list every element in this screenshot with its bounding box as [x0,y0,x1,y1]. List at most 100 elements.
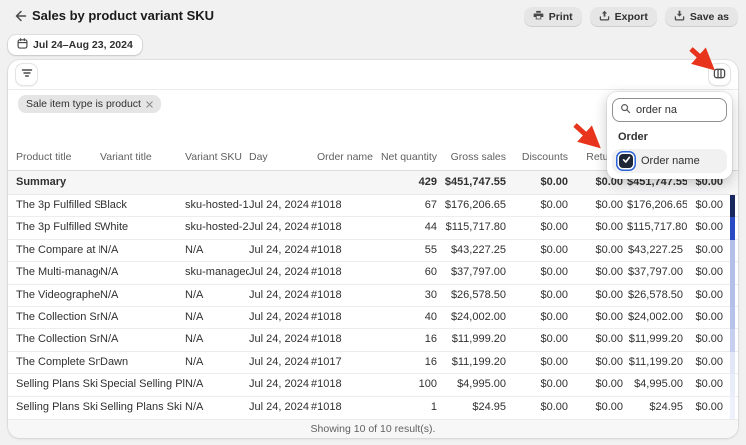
topbar: Sales by product variant SKU Print Expor… [0,0,746,32]
table-cell: $0.00 [510,240,572,261]
table-cell: $0.00 [687,262,727,283]
value-strip-segment [730,240,735,262]
order-name-option[interactable]: Order name [612,149,727,173]
table-cell: #1018 [311,240,377,261]
table-cell: $43,227.25 [441,240,510,261]
table-cell: #1018 [311,285,377,306]
print-button-label: Print [549,11,573,23]
table-cell: The 3p Fulfilled Snc [16,217,100,238]
summary-value [311,171,377,194]
filter-chip-label: Sale item type is product [26,98,141,110]
filter-chip-sale-item-type[interactable]: Sale item type is product [18,95,161,113]
table-cell: $24,002.00 [627,307,687,328]
back-button[interactable] [10,7,30,27]
table-cell: $37,797.00 [627,262,687,283]
table-cell: The Collection Snov [16,329,100,350]
table-cell: #1017 [311,352,377,373]
export-icon [599,10,610,24]
table-cell: $0.00 [687,195,727,216]
table-cell: $0.00 [687,307,727,328]
table-cell: The Multi-managed [16,262,100,283]
table-row: The Collection SnovN/AN/AJul 24, 2024#10… [8,329,738,351]
column-header[interactable]: Day [249,145,311,170]
printer-icon [533,10,544,24]
column-header[interactable]: Discounts [510,145,572,170]
table-toolbar [8,60,738,90]
table-cell: #1018 [311,307,377,328]
export-button[interactable]: Export [590,7,657,27]
table-cell: 30 [377,285,441,306]
summary-value [249,171,311,194]
columns-icon [713,67,726,83]
table-cell: #1018 [311,195,377,216]
table-row: The Complete SnovDawnN/AJul 24, 2024#101… [8,352,738,374]
row-value-strip [730,195,735,419]
page-title: Sales by product variant SKU [32,8,214,23]
table-cell: $43,227.25 [627,240,687,261]
table-cell: #1018 [311,374,377,395]
column-search-box[interactable] [612,98,727,122]
table-cell: $0.00 [572,240,627,261]
table-cell: #1018 [311,217,377,238]
table-cell: $176,206.65 [627,195,687,216]
table-cell: 60 [377,262,441,283]
summary-value: $451,747.55 [441,171,510,194]
search-icon [620,103,631,117]
save-as-button[interactable]: Save as [665,7,738,27]
table-cell: 40 [377,307,441,328]
table-cell: 55 [377,240,441,261]
column-search-input[interactable] [636,104,716,116]
column-header[interactable]: Gross sales [441,145,510,170]
calendar-icon [17,38,28,52]
print-button[interactable]: Print [524,7,582,27]
table-cell: $0.00 [687,240,727,261]
value-strip-segment [730,195,735,217]
filter-chip-remove-icon[interactable] [146,101,153,108]
table-cell: Jul 24, 2024 [249,285,311,306]
popover-section-label: Order [618,131,727,143]
table-row: The Multi-managedN/Asku-managed-1Jul 24,… [8,262,738,284]
table-cell: 44 [377,217,441,238]
value-strip-segment [730,397,735,419]
save-as-icon [674,10,685,24]
table-cell: $24.95 [441,397,510,419]
table-cell: 16 [377,352,441,373]
order-name-checkbox[interactable] [619,154,633,168]
summary-label: Summary [16,171,100,194]
value-strip-segment [730,352,735,374]
filter-button[interactable] [15,63,38,86]
table-row: The Collection SnovN/AN/AJul 24, 2024#10… [8,307,738,329]
table-cell: Jul 24, 2024 [249,329,311,350]
table-cell: The 3p Fulfilled Snc [16,195,100,216]
table-cell: Jul 24, 2024 [249,262,311,283]
table-cell: The Complete Snov [16,352,100,373]
column-header[interactable]: Variant SKU [185,145,249,170]
table-cell: Jul 24, 2024 [249,195,311,216]
value-strip-segment [730,262,735,284]
order-name-option-label: Order name [641,155,700,167]
value-strip-segment [730,285,735,307]
date-range-chip[interactable]: Jul 24–Aug 23, 2024 [8,35,142,55]
column-header[interactable]: Product title [16,145,100,170]
table-cell: sku-hosted-1 [185,195,249,216]
table-cell: N/A [100,329,185,350]
table-cell: $0.00 [572,397,627,419]
table-cell: 1 [377,397,441,419]
table-cell: $24,002.00 [441,307,510,328]
column-header[interactable]: Order name [311,145,377,170]
edit-columns-button[interactable] [708,63,731,86]
table-cell: $0.00 [687,374,727,395]
column-header[interactable]: Variant title [100,145,185,170]
table-cell: $0.00 [687,397,727,419]
table-cell: $115,717.80 [441,217,510,238]
checkmark-icon [622,155,631,167]
table-cell: Jul 24, 2024 [249,397,311,419]
value-strip-segment [730,374,735,396]
table-cell: N/A [100,285,185,306]
columns-popover: Order Order name [607,92,732,179]
column-header[interactable]: Net quantity [377,145,441,170]
table-row: Selling Plans Ski WaSpecial Selling Plan… [8,374,738,396]
topbar-actions: Print Export Save as [524,7,738,27]
table-cell: N/A [185,240,249,261]
table-cell: $0.00 [687,352,727,373]
